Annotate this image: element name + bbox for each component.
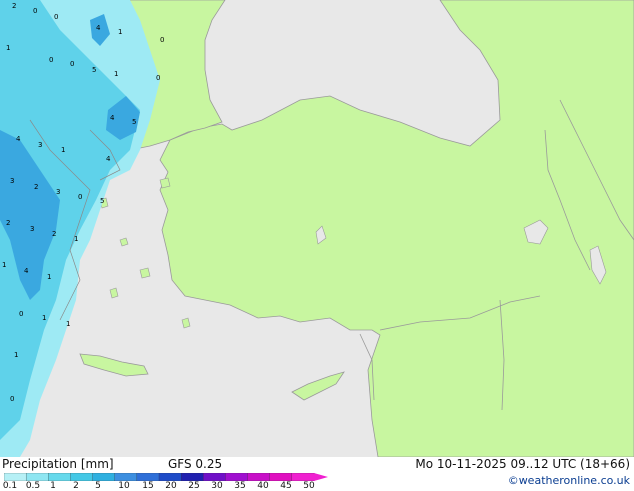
precip-label: 1 (66, 320, 70, 328)
precip-label: 0 (49, 56, 53, 64)
weather-map: 2 0 0 4 1 0 1 0 0 5 1 0 4 5 4 3 1 4 3 2 … (0, 0, 634, 457)
precip-label: 2 (6, 219, 10, 227)
precip-label: 1 (114, 70, 118, 78)
precip-label: 4 (16, 135, 21, 143)
model-name: GFS 0.25 (168, 457, 223, 471)
legend-swatch (48, 473, 72, 481)
precip-label: 3 (10, 177, 14, 185)
precip-label: 0 (160, 36, 164, 44)
precip-label: 3 (56, 188, 60, 196)
precip-label: 4 (110, 114, 115, 122)
credit-link[interactable]: ©weatheronline.co.uk (508, 474, 630, 487)
legend-swatch (158, 473, 182, 481)
legend-swatch (4, 473, 27, 481)
map-footer: Precipitation [mm] GFS 0.25 Mo 10-11-202… (0, 457, 634, 491)
precip-label: 0 (33, 7, 37, 15)
precip-label: 5 (132, 118, 136, 126)
legend-swatch (269, 473, 293, 481)
precip-label: 0 (19, 310, 23, 318)
legend-swatch (25, 473, 49, 481)
map-title: Precipitation [mm] (2, 457, 114, 471)
legend-arrow (314, 473, 328, 481)
precip-label: 4 (106, 155, 111, 163)
legend-swatch (180, 473, 204, 481)
legend-swatch (114, 473, 138, 481)
precip-label: 1 (6, 44, 10, 52)
precip-label: 2 (34, 183, 38, 191)
precip-label: 1 (74, 235, 78, 243)
legend-swatch (92, 473, 116, 481)
precip-label: 3 (38, 141, 42, 149)
legend-swatch (70, 473, 94, 481)
precip-label: 0 (78, 193, 82, 201)
precip-label: 4 (96, 24, 101, 32)
legend-swatch (225, 473, 249, 481)
precip-label: 1 (118, 28, 122, 36)
precip-label: 4 (24, 267, 29, 275)
precip-label: 1 (14, 351, 18, 359)
precip-label: 0 (54, 13, 58, 21)
precip-label: 1 (2, 261, 6, 269)
precip-label: 0 (10, 395, 14, 403)
precip-label: 0 (70, 60, 74, 68)
precip-label: 1 (42, 314, 46, 322)
precip-label: 5 (100, 197, 104, 205)
precip-label: 5 (92, 66, 96, 74)
legend-swatch (203, 473, 227, 481)
precip-label: 1 (61, 146, 65, 154)
legend-swatch (136, 473, 160, 481)
precip-label: 3 (30, 225, 34, 233)
legend-swatch (247, 473, 271, 481)
precip-label: 1 (47, 273, 51, 281)
valid-time: Mo 10-11-2025 09..12 UTC (18+66) (415, 457, 630, 471)
legend-colorbar (4, 473, 328, 481)
legend-swatch (291, 473, 315, 481)
precip-label: 2 (12, 2, 16, 10)
precip-label: 0 (156, 74, 160, 82)
precip-label: 2 (52, 230, 56, 238)
